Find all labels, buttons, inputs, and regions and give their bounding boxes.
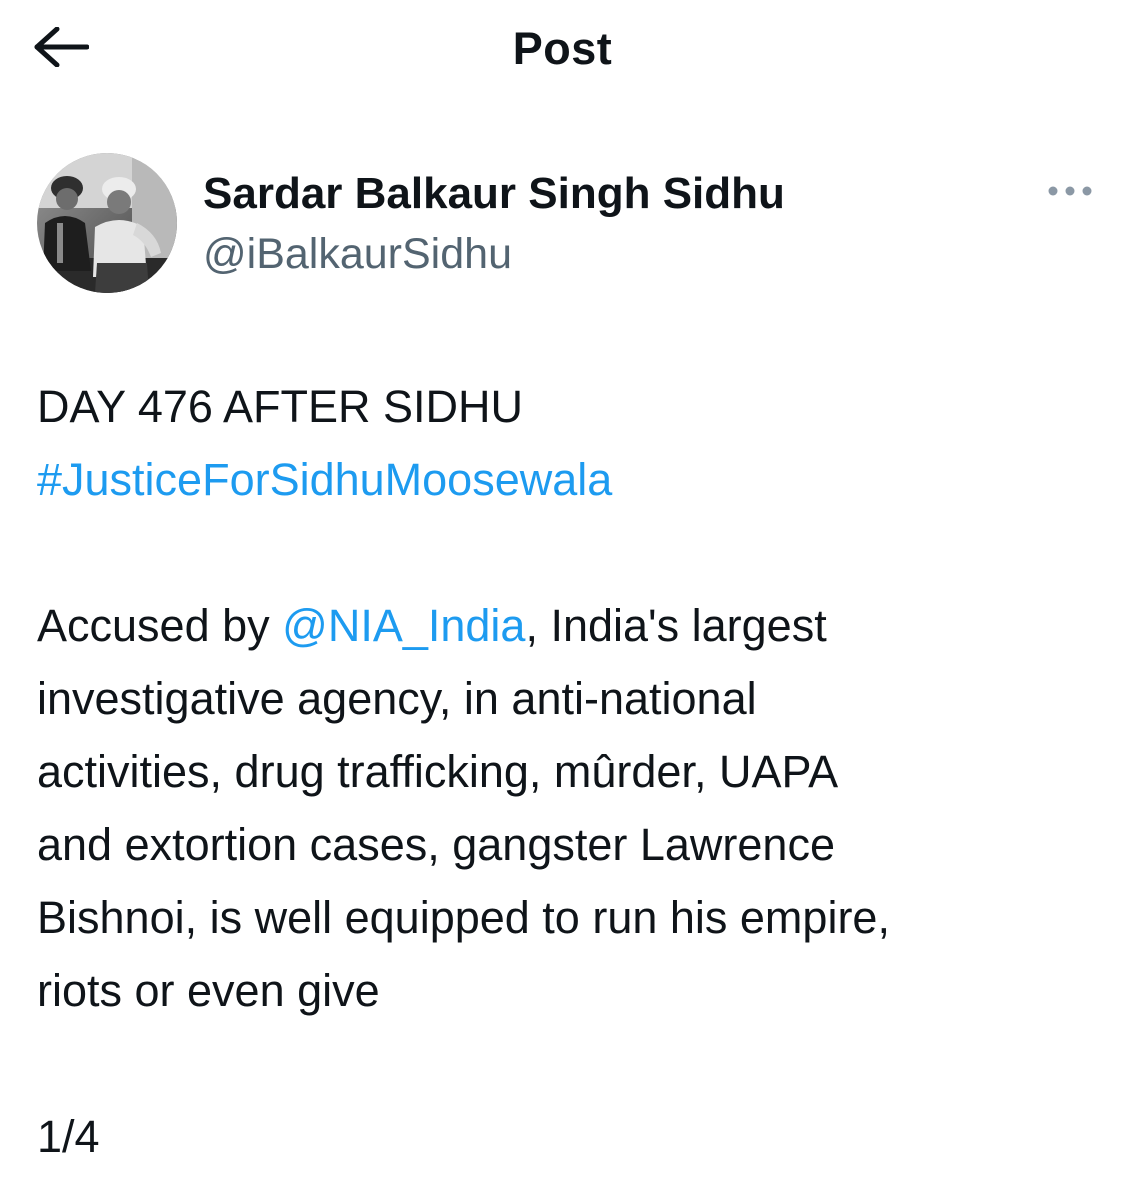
post-paragraph-line-6: riots or even give (37, 965, 380, 1016)
author-display-name[interactable]: Sardar Balkaur Singh Sidhu (203, 167, 785, 221)
post-text-fragment: Accused by (37, 600, 283, 651)
post-paragraph-line-1: Accused by @NIA_India, India's largest (37, 589, 1097, 662)
more-options-button[interactable] (1043, 173, 1097, 213)
post-paragraph-line-4: and extortion cases, gangster Lawrence (37, 819, 835, 870)
post-paragraph-line-5: Bishnoi, is well equipped to run his emp… (37, 892, 890, 943)
post-text: DAY 476 AFTER SIDHU #JusticeForSidhuMoos… (37, 370, 1097, 1173)
author-row: Sardar Balkaur Singh Sidhu @iBalkaurSidh… (37, 153, 1097, 293)
hashtag-link[interactable]: #JusticeForSidhuMoosewala (37, 454, 612, 505)
post-line-day: DAY 476 AFTER SIDHU (37, 381, 523, 432)
post-paragraph-line-3: activities, drug trafficking, mûrder, UA… (37, 746, 839, 797)
mention-link[interactable]: @NIA_India (282, 600, 525, 651)
avatar[interactable] (37, 153, 177, 293)
more-horizontal-icon (1047, 184, 1093, 202)
thread-counter: 1/4 (37, 1111, 100, 1162)
top-bar: Post (0, 0, 1125, 100)
author-handle[interactable]: @iBalkaurSidhu (203, 228, 512, 280)
post-paragraph-line-2: investigative agency, in anti-national (37, 673, 757, 724)
post-text-fragment: , India's largest (525, 600, 827, 651)
page-title: Post (512, 23, 613, 74)
